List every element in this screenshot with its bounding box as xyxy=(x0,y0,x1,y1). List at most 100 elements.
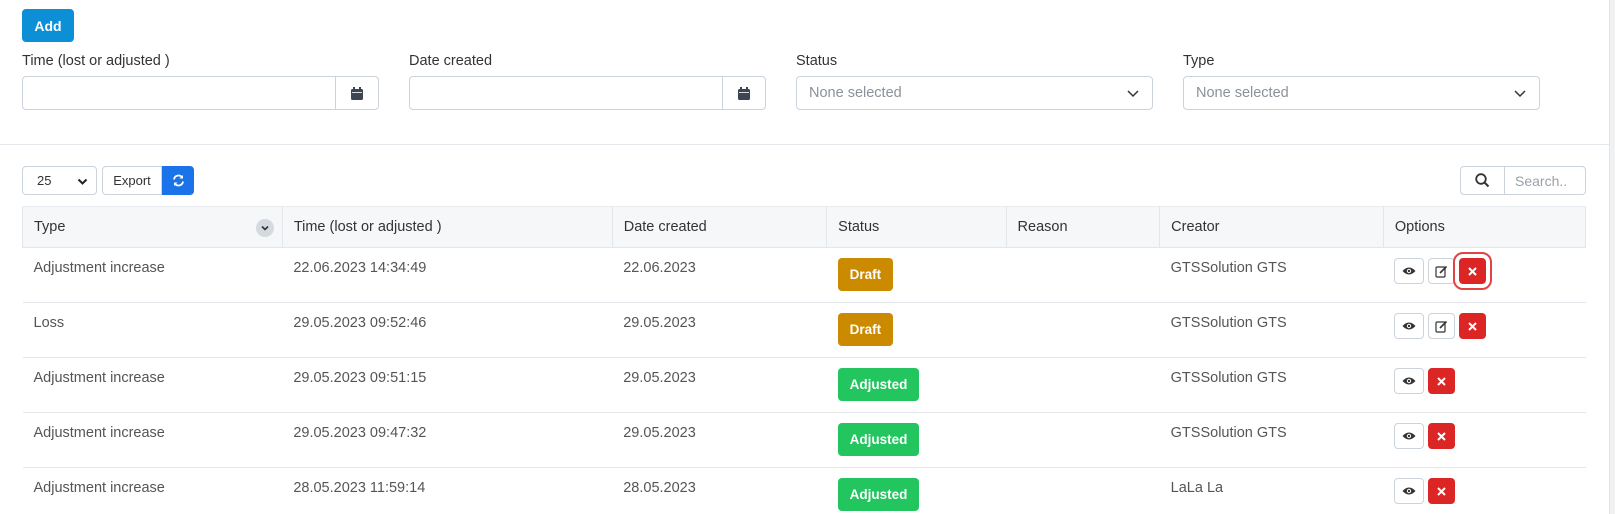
time-filter-input[interactable] xyxy=(22,76,379,110)
table-row: Adjustment increase 29.05.2023 09:51:15 … xyxy=(22,357,1586,413)
cell-status: Draft xyxy=(826,302,1007,358)
cell-status: Draft xyxy=(826,247,1007,303)
export-button[interactable]: Export xyxy=(102,166,162,195)
cell-reason xyxy=(1006,412,1160,468)
search-input[interactable] xyxy=(1504,166,1586,195)
date-created-filter-input[interactable] xyxy=(409,76,766,110)
cell-time: 28.05.2023 11:59:14 xyxy=(282,467,613,514)
cell-type: Adjustment increase xyxy=(22,247,283,303)
cell-reason xyxy=(1006,302,1160,358)
cell-date-created: 29.05.2023 xyxy=(612,302,827,358)
adjustments-table: Type Time (lost or adjusted ) Date creat… xyxy=(22,206,1587,514)
status-filter-label: Status xyxy=(796,53,838,69)
delete-button[interactable] xyxy=(1428,368,1456,394)
status-badge: Draft xyxy=(837,258,894,291)
table-row: Loss 29.05.2023 09:52:46 29.05.2023 Draf… xyxy=(22,302,1586,358)
delete-button[interactable] xyxy=(1428,478,1456,504)
cell-options xyxy=(1383,467,1586,514)
chevron-down-icon xyxy=(261,225,269,231)
cell-time: 29.05.2023 09:51:15 xyxy=(282,357,613,413)
status-select[interactable]: None selected xyxy=(796,76,1153,110)
refresh-button[interactable] xyxy=(162,166,194,195)
cell-date-created: 28.05.2023 xyxy=(612,467,827,514)
page-length-value: 25 xyxy=(37,173,52,188)
cell-reason xyxy=(1006,357,1160,413)
close-icon xyxy=(1437,486,1447,496)
cell-status: Adjusted xyxy=(826,357,1007,413)
table-row: Adjustment increase 22.06.2023 14:34:49 … xyxy=(22,247,1586,303)
edit-icon xyxy=(1435,265,1448,278)
cell-type: Adjustment increase xyxy=(22,467,283,514)
cell-options xyxy=(1383,247,1586,303)
cell-time: 29.05.2023 09:47:32 xyxy=(282,412,613,468)
column-header-time[interactable]: Time (lost or adjusted ) xyxy=(281,206,613,248)
cell-options xyxy=(1383,412,1586,468)
cell-reason xyxy=(1006,467,1160,514)
cell-date-created: 29.05.2023 xyxy=(612,412,827,468)
chevron-down-icon xyxy=(77,178,88,185)
delete-button[interactable] xyxy=(1453,252,1493,290)
cell-options xyxy=(1383,302,1586,358)
view-button[interactable] xyxy=(1394,313,1425,339)
column-header-date-created[interactable]: Date created xyxy=(611,206,828,248)
status-badge: Draft xyxy=(837,313,894,346)
table-header-row: Type Time (lost or adjusted ) Date creat… xyxy=(22,206,1587,248)
column-header-reason[interactable]: Reason xyxy=(1005,206,1161,248)
close-icon xyxy=(1468,321,1478,331)
refresh-icon xyxy=(172,174,184,187)
view-button[interactable] xyxy=(1394,368,1425,394)
page-scrollbar[interactable] xyxy=(1609,0,1615,514)
cell-date-created: 22.06.2023 xyxy=(612,247,827,303)
edit-icon xyxy=(1435,320,1448,333)
search-group xyxy=(1460,166,1586,195)
chevron-down-icon xyxy=(1514,90,1526,98)
close-icon xyxy=(1437,431,1447,441)
cell-status: Adjusted xyxy=(826,412,1007,468)
page-length-select[interactable]: 25 xyxy=(22,166,97,195)
add-button[interactable]: Add xyxy=(22,9,74,42)
eye-icon xyxy=(1402,432,1416,440)
view-button[interactable] xyxy=(1394,423,1425,449)
view-button[interactable] xyxy=(1394,478,1425,504)
view-button[interactable] xyxy=(1394,258,1425,284)
cell-options xyxy=(1383,357,1586,413)
sort-toggle[interactable] xyxy=(255,219,274,237)
cell-type: Loss xyxy=(22,302,283,358)
table-row: Adjustment increase 28.05.2023 11:59:14 … xyxy=(22,467,1586,514)
calendar-icon[interactable] xyxy=(335,77,378,109)
search-button[interactable] xyxy=(1460,166,1505,195)
status-badge: Adjusted xyxy=(837,423,920,456)
delete-button[interactable] xyxy=(1428,423,1456,449)
close-icon xyxy=(1468,266,1478,276)
cell-creator: LaLa La xyxy=(1159,467,1384,514)
edit-button[interactable] xyxy=(1428,258,1456,284)
cell-creator: GTSSolution GTS xyxy=(1159,357,1384,413)
eye-icon xyxy=(1402,487,1416,495)
chevron-down-icon xyxy=(1127,90,1139,98)
type-filter-label: Type xyxy=(1183,53,1215,69)
cell-type: Adjustment increase xyxy=(22,412,283,468)
cell-creator: GTSSolution GTS xyxy=(1159,412,1384,468)
column-header-creator[interactable]: Creator xyxy=(1159,206,1384,248)
column-header-status[interactable]: Status xyxy=(826,206,1007,248)
cell-time: 22.06.2023 14:34:49 xyxy=(282,247,613,303)
search-icon xyxy=(1475,173,1490,188)
type-select-value: None selected xyxy=(1196,85,1289,101)
eye-icon xyxy=(1402,322,1416,330)
cell-time: 29.05.2023 09:52:46 xyxy=(282,302,613,358)
edit-button[interactable] xyxy=(1428,313,1456,339)
delete-button[interactable] xyxy=(1459,313,1487,339)
calendar-icon[interactable] xyxy=(722,77,765,109)
eye-icon xyxy=(1402,377,1416,385)
status-select-value: None selected xyxy=(809,85,902,101)
cell-creator: GTSSolution GTS xyxy=(1159,247,1384,303)
type-select[interactable]: None selected xyxy=(1183,76,1540,110)
status-badge: Adjusted xyxy=(837,368,920,401)
cell-date-created: 29.05.2023 xyxy=(612,357,827,413)
cell-creator: GTSSolution GTS xyxy=(1159,302,1384,358)
column-header-type[interactable]: Type xyxy=(22,206,283,248)
date-created-filter-label: Date created xyxy=(409,53,493,69)
cell-type: Adjustment increase xyxy=(22,357,283,413)
table-row: Adjustment increase 29.05.2023 09:47:32 … xyxy=(22,412,1586,468)
time-filter-label: Time (lost or adjusted ) xyxy=(22,53,170,69)
